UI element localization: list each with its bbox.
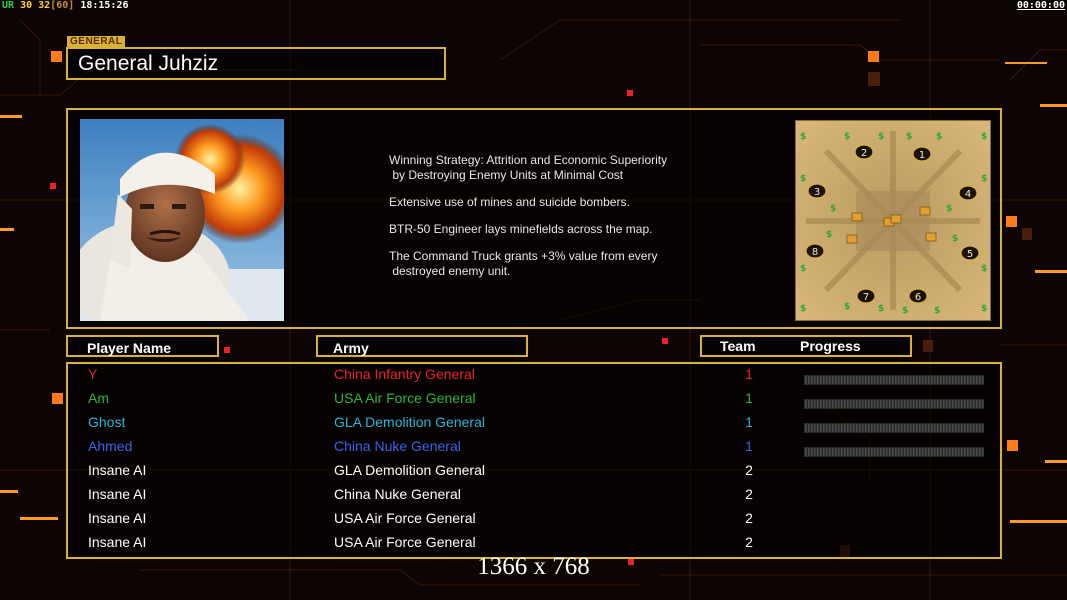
- progress-bar: [804, 416, 984, 433]
- svg-text:$: $: [800, 304, 806, 314]
- hud-timer: 00:00:00: [1016, 0, 1065, 11]
- svg-text:$: $: [800, 132, 806, 142]
- player-row: Ghost GLA Demolition General 1: [68, 410, 1000, 434]
- player-army: USA Air Force General: [334, 510, 476, 526]
- svg-text:$: $: [936, 132, 942, 142]
- hud-stats: UR 30 32[60] 18:15:26: [2, 0, 129, 12]
- svg-text:$: $: [878, 304, 884, 314]
- player-row: Am USA Air Force General 1: [68, 386, 1000, 410]
- player-army: China Infantry General: [334, 366, 475, 382]
- start-position-label: 2: [861, 148, 867, 159]
- player-team: 1: [745, 438, 753, 454]
- player-name: Ahmed: [88, 438, 133, 454]
- resolution-label: 1366 x 768: [477, 553, 590, 580]
- start-position-label: 8: [812, 247, 818, 258]
- svg-text:$: $: [981, 304, 987, 314]
- player-row: Insane AI USA Air Force General 2: [68, 530, 1000, 554]
- player-army: China Nuke General: [334, 438, 461, 454]
- hud-value-1: 30: [20, 0, 33, 11]
- start-position-label: 5: [967, 249, 973, 260]
- player-name: Ghost: [88, 414, 126, 430]
- player-row: Insane AI USA Air Force General 2: [68, 506, 1000, 530]
- svg-text:$: $: [952, 234, 958, 244]
- svg-text:$: $: [906, 132, 912, 142]
- strategy-text: Winning Strategy: Attrition and Economic…: [389, 153, 719, 291]
- player-name: Am: [88, 390, 109, 406]
- player-row: Ahmed China Nuke General 1: [68, 434, 1000, 458]
- player-army: GLA Demolition General: [334, 462, 485, 478]
- svg-text:$: $: [981, 132, 987, 142]
- column-header-team: Team: [720, 338, 756, 354]
- column-header-army: Army: [316, 335, 528, 357]
- player-name: Insane AI: [88, 510, 147, 526]
- svg-text:$: $: [844, 302, 850, 312]
- svg-text:$: $: [800, 264, 806, 274]
- player-team: 1: [745, 366, 753, 382]
- svg-text:$: $: [800, 174, 806, 184]
- start-position-label: 3: [814, 187, 820, 198]
- column-header-team-progress: Team Progress: [700, 335, 912, 357]
- svg-text:$: $: [934, 306, 940, 316]
- start-position-label: 4: [965, 189, 971, 200]
- hud-clock: 18:15:26: [80, 0, 129, 11]
- svg-text:$: $: [981, 264, 987, 274]
- svg-text:$: $: [946, 204, 952, 214]
- player-team: 2: [745, 462, 753, 478]
- strategy-line: The Command Truck grants +3% value from …: [389, 249, 658, 278]
- player-row: Insane AI GLA Demolition General 2: [68, 458, 1000, 482]
- progress-bar: [804, 392, 984, 409]
- start-position-label: 1: [919, 150, 925, 161]
- svg-text:$: $: [902, 306, 908, 316]
- strategy-line: BTR-50 Engineer lays minefields across t…: [389, 222, 653, 236]
- player-name: Insane AI: [88, 462, 147, 478]
- strategy-line: Winning Strategy: Attrition and Economic…: [389, 153, 668, 182]
- player-row: Insane AI China Nuke General 2: [68, 482, 1000, 506]
- svg-text:$: $: [878, 132, 884, 142]
- svg-text:$: $: [826, 230, 832, 240]
- player-army: USA Air Force General: [334, 390, 476, 406]
- general-portrait: [80, 119, 284, 321]
- player-team: 1: [745, 414, 753, 430]
- player-list: Y China Infantry General 1 Am USA Air Fo…: [66, 362, 1002, 559]
- player-army: GLA Demolition General: [334, 414, 485, 430]
- progress-bar: [804, 368, 984, 385]
- svg-text:$: $: [830, 204, 836, 214]
- progress-bar: [804, 440, 984, 457]
- general-info-panel: Winning Strategy: Attrition and Economic…: [66, 108, 1002, 329]
- player-name: Insane AI: [88, 534, 147, 550]
- player-name: Y: [88, 366, 98, 382]
- player-team: 2: [745, 486, 753, 502]
- player-row: Y China Infantry General 1: [68, 362, 1000, 386]
- column-header-player: Player Name: [66, 335, 219, 357]
- player-team: 2: [745, 534, 753, 550]
- svg-text:$: $: [981, 174, 987, 184]
- hud-value-2: 32: [38, 0, 51, 11]
- hud-ur-label: UR: [2, 0, 15, 11]
- strategy-line: Extensive use of mines and suicide bombe…: [389, 195, 630, 209]
- player-army: China Nuke General: [334, 486, 461, 502]
- start-position-label: 7: [863, 292, 869, 303]
- player-name: Insane AI: [88, 486, 147, 502]
- start-position-label: 6: [915, 292, 921, 303]
- column-header-progress: Progress: [800, 338, 861, 354]
- player-team: 2: [745, 510, 753, 526]
- player-team: 1: [745, 390, 753, 406]
- minimap: 1 2 3 4 5 6 7 8 $ $ $ $ $ $ $ $ $ $ $ $ $ $ $ $ $ $ $ $: [795, 120, 991, 321]
- svg-text:$: $: [844, 132, 850, 142]
- hud-value-3: [60]: [50, 0, 75, 11]
- general-title: General Juhziz: [66, 47, 446, 80]
- player-army: USA Air Force General: [334, 534, 476, 550]
